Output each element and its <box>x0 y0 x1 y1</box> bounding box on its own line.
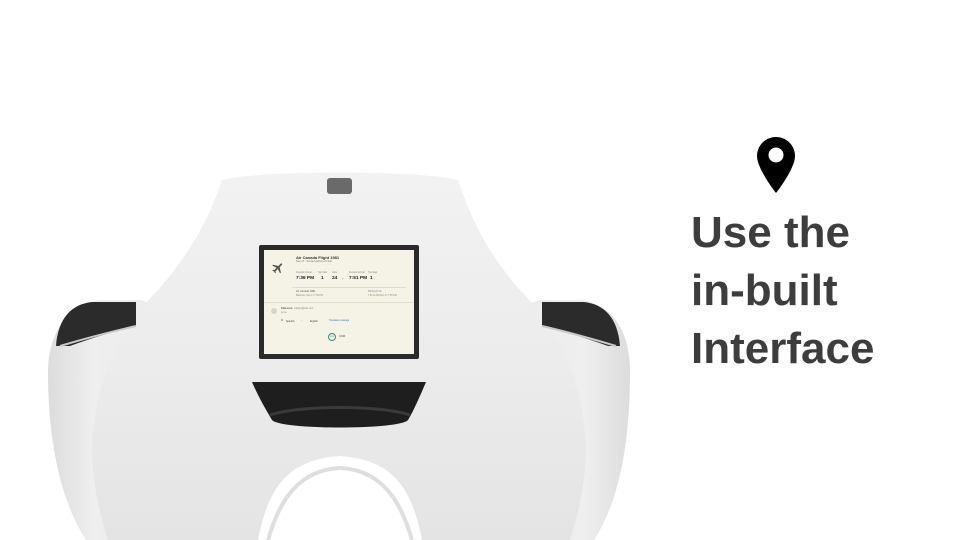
sender-name: Kiwi.com <box>281 307 293 310</box>
language-to-label: English <box>310 320 318 323</box>
gate-label: Gate <box>332 271 338 274</box>
translate-icon: ⇄ <box>281 320 283 322</box>
terminal-label: Terminal <box>318 271 328 274</box>
recipient-line: to me <box>281 312 287 314</box>
divider <box>264 302 414 303</box>
caption-line-1: Use the <box>691 208 850 257</box>
departure-label: Departs Arrival <box>296 271 312 274</box>
flight-subtitle: Sep 17 · Scotia Harbour Arrival <box>296 260 332 263</box>
arrow-right-icon: › <box>342 276 344 281</box>
kiwi-logo: KIWI <box>328 333 336 341</box>
terminal-value: 1 <box>321 276 324 281</box>
arrival-terminal-label: Terminal <box>368 271 378 274</box>
caption-line-3: Interface <box>691 324 875 373</box>
translate-message-link[interactable]: Translate message <box>329 319 349 322</box>
arrow-right-icon: › <box>301 320 302 322</box>
language-to-select[interactable]: English <box>310 319 318 324</box>
logo-word: COM <box>339 335 346 338</box>
map-pin-icon <box>757 137 795 193</box>
divider <box>292 287 406 288</box>
sender-email: mailbox@kiwi.com <box>294 308 314 310</box>
arrival-time: 7:51 PM <box>349 276 368 281</box>
slide-caption: Use the in-built Interface <box>691 204 951 378</box>
airplane-icon <box>272 263 283 274</box>
flight2-right-sub: 7:52 to 058 Sep 17 7:55 PM <box>368 295 397 297</box>
flight2-title: Air Canada 1981 <box>296 290 316 293</box>
flight2-subtitle: Baltimore Sep 17 7:36 PM <box>296 295 323 297</box>
slide: Air Canada Flight 1981 Sep 17 · Scotia H… <box>0 0 960 540</box>
departure-time: 7:36 PM <box>296 276 315 281</box>
language-from-label: Spanish <box>286 320 295 323</box>
flight2-right-title: Pittsburgh 36 <box>368 291 382 293</box>
avatar <box>271 308 277 314</box>
caption-line-2: in-built <box>691 266 838 315</box>
robot-screen[interactable]: Air Canada Flight 1981 Sep 17 · Scotia H… <box>264 250 414 354</box>
arrival-terminal-value: 1 <box>370 276 373 281</box>
language-from-select[interactable]: Spanish <box>286 319 295 324</box>
logo-mark: KIWI <box>329 336 335 338</box>
arrival-label: Departs Arrival <box>349 271 365 274</box>
gate-value: 24 <box>332 276 338 281</box>
